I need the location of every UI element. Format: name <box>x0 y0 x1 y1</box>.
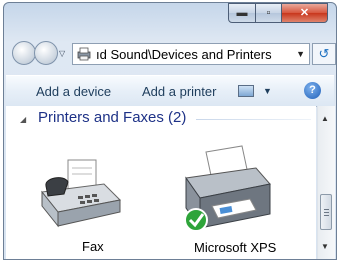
device-list-pane: ◢ Printers and Faxes (2) Fax Microsoft X… <box>6 106 316 259</box>
add-printer-button[interactable]: Add a printer <box>142 84 216 99</box>
scroll-up-icon[interactable]: ▲ <box>321 114 329 123</box>
address-bar[interactable]: ıd Sound\Devices and Printers ▼ <box>72 43 310 65</box>
devices-printers-icon <box>77 47 91 61</box>
address-dropdown-icon[interactable]: ▼ <box>296 49 305 59</box>
group-divider <box>196 119 311 120</box>
change-view-icon[interactable] <box>238 85 254 97</box>
forward-button[interactable] <box>34 41 58 65</box>
thumb-grip-line <box>324 215 329 216</box>
title-bar: ▬ ▫ ✕ <box>4 3 336 33</box>
thumb-grip-line <box>324 209 329 210</box>
view-options-dropdown[interactable]: ▼ <box>263 86 272 96</box>
thumb-grip-line <box>324 212 329 213</box>
scroll-down-icon[interactable]: ▼ <box>321 242 329 251</box>
explorer-window: ▬ ▫ ✕ ▽ ıd Sound\Devices and Printers ▼ … <box>3 2 337 260</box>
device-label: Microsoft XPS <box>194 240 277 255</box>
recent-pages-dropdown[interactable]: ▽ <box>59 49 65 58</box>
device-label: Fax <box>82 239 104 254</box>
collapse-group-icon[interactable]: ◢ <box>20 115 26 124</box>
refresh-button[interactable]: ↺ <box>312 43 336 65</box>
group-header-printers-faxes[interactable]: Printers and Faxes (2) <box>38 109 186 126</box>
back-button[interactable] <box>12 41 36 65</box>
minimize-button[interactable]: ▬ <box>228 3 256 23</box>
address-path: ıd Sound\Devices and Printers <box>96 47 272 62</box>
add-device-button[interactable]: Add a device <box>36 84 111 99</box>
vertical-scrollbar[interactable]: ▲ ▼ <box>317 106 335 259</box>
help-icon[interactable]: ? <box>304 82 321 99</box>
device-microsoft-xps[interactable]: Microsoft XPS <box>176 144 276 259</box>
command-bar: Add a device Add a printer ▼ ? <box>6 75 334 107</box>
printer-icon <box>184 145 271 232</box>
maximize-button[interactable]: ▫ <box>255 3 282 23</box>
default-printer-check-icon <box>184 208 208 232</box>
device-fax[interactable]: Fax <box>34 156 124 256</box>
address-row: ▽ ıd Sound\Devices and Printers ▼ ↺ <box>4 35 336 71</box>
close-button[interactable]: ✕ <box>281 3 328 23</box>
scrollbar-thumb[interactable] <box>320 194 332 230</box>
fax-icon <box>41 159 122 228</box>
